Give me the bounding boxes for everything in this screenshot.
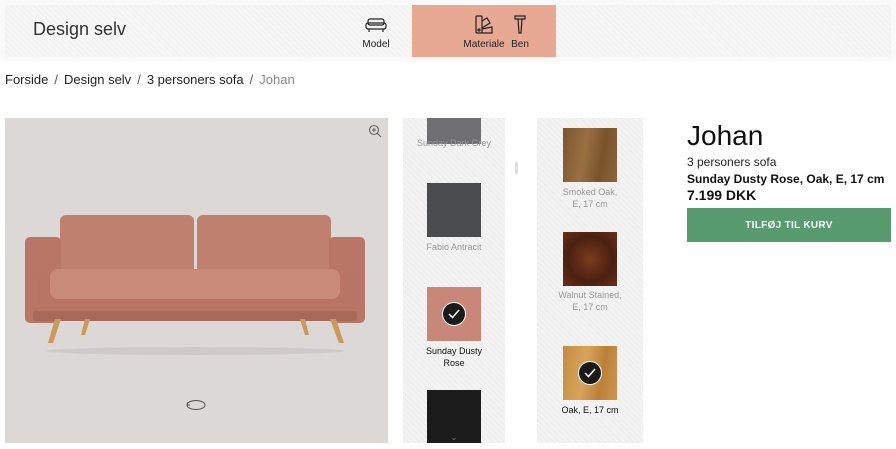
- breadcrumb-separator: /: [54, 72, 58, 87]
- wood-option[interactable]: Walnut Stained, E, 17 cm: [537, 230, 639, 330]
- page-brand-title: Design selv: [33, 19, 127, 39]
- wood-label: Smoked Oak, E, 17 cm: [562, 187, 618, 209]
- fabric-label: Sunday Dusty Rose: [425, 346, 483, 368]
- wood-option[interactable]: Smoked Oak, E, 17 cm: [537, 126, 639, 226]
- configurator-nav: Design selv Model Materiale Ben: [5, 5, 891, 57]
- wood-swatch[interactable]: [563, 128, 617, 182]
- step-ben[interactable]: Ben: [484, 5, 556, 57]
- fabric-swatch[interactable]: [427, 183, 481, 237]
- product-type: 3 personers sofa: [687, 155, 777, 169]
- leg-icon: [514, 15, 526, 34]
- wood-label: Walnut Stained, E, 17 cm: [558, 290, 622, 312]
- breadcrumb-separator: /: [249, 72, 254, 87]
- fabric-swatch[interactable]: [427, 287, 481, 341]
- check-icon: [578, 361, 602, 385]
- step-ben-label: Ben: [511, 39, 529, 50]
- sofa-icon: [365, 18, 387, 32]
- fabric-option[interactable]: Sunday Dark Grey: [403, 118, 505, 168]
- fabric-option-selected[interactable]: Sunday Dusty Rose: [403, 283, 505, 378]
- breadcrumb-current: Johan: [259, 72, 295, 87]
- wood-swatch[interactable]: [563, 346, 617, 400]
- top-bar: Design selv Model Materiale Ben: [0, 0, 896, 62]
- fabric-swatch-list[interactable]: ⌃ Sunday Dark Grey Fabio Antracit Sunday…: [403, 118, 505, 443]
- step-model[interactable]: Model: [340, 5, 412, 57]
- product-info: Johan 3 personers sofa Sunday Dusty Rose…: [687, 120, 892, 242]
- zoom-in-icon[interactable]: [368, 124, 382, 138]
- wood-label: Oak, E, 17 cm: [561, 405, 619, 415]
- add-to-cart-button[interactable]: TILFØJ TIL KURV: [687, 208, 891, 242]
- rotate-360-icon[interactable]: [185, 398, 207, 412]
- wood-swatch[interactable]: [563, 232, 617, 286]
- breadcrumb-link-category[interactable]: 3 personers sofa: [147, 72, 244, 87]
- breadcrumb: Forside / Design selv / 3 personers sofa / Joh…: [5, 72, 295, 87]
- fabric-option[interactable]: Fabio Antracit: [403, 178, 505, 268]
- product-configuration: Sunday Dusty Rose, Oak, E, 17 cm: [687, 172, 885, 186]
- fabric-label: Sunday Dark Grey: [416, 138, 492, 148]
- sofa-illustration: [25, 215, 365, 355]
- check-icon: [442, 302, 466, 326]
- wood-option-selected[interactable]: Oak, E, 17 cm: [537, 344, 639, 424]
- scroll-down-arrow-icon[interactable]: ⌄: [403, 433, 505, 443]
- wood-swatch-list[interactable]: Smoked Oak, E, 17 cm Walnut Stained, E, …: [537, 118, 643, 443]
- panel-resize-handle[interactable]: [515, 162, 518, 174]
- breadcrumb-link-design[interactable]: Design selv: [64, 72, 131, 87]
- breadcrumb-link-home[interactable]: Forside: [5, 72, 48, 87]
- product-image: [5, 118, 388, 443]
- product-name: Johan: [687, 120, 764, 151]
- step-model-label: Model: [362, 39, 390, 50]
- breadcrumb-separator: /: [137, 72, 141, 87]
- product-price: 7.199 DKK: [687, 187, 757, 203]
- fabric-label: Fabio Antracit: [426, 242, 482, 252]
